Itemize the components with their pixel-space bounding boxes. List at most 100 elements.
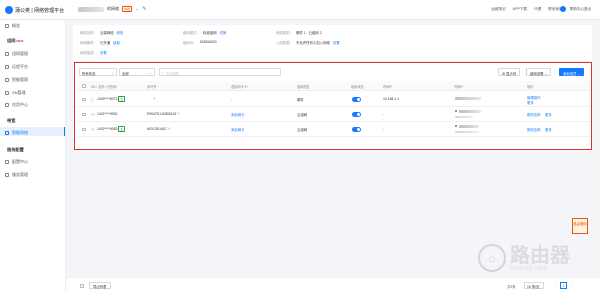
info-label: 入网权限： <box>276 41 293 45</box>
table-row[interactable]: ⛶ 1049****8373 主 ✎ - 硬件 10.168.1.1 管理操作 更… <box>77 92 590 107</box>
next-page-button[interactable]: › <box>568 282 574 289</box>
page-number[interactable]: 1 <box>560 282 567 289</box>
watermark-text: 路由器 luyouqi.com <box>510 245 570 272</box>
settings-link[interactable]: 设置 <box>333 40 340 45</box>
add-member-button[interactable]: 添加成员 ⌄ <box>559 68 585 76</box>
settings-link[interactable]: 设置 <box>100 50 107 55</box>
info-permission: 入网权限： 不允许任何人加入网络 设置 <box>276 40 340 45</box>
network-toggle[interactable] <box>352 97 361 102</box>
type-filter-select[interactable]: 全部 ⌄ <box>119 68 155 76</box>
member-panel: 所有状态 ⌄ 全部 ⌄ ⌕ SN/名称 ⚙ 显示列 组网设置 ⌄ 添加成员 ⌄ SN… <box>74 62 592 150</box>
page-size-select[interactable]: 15 条/页 <box>524 282 544 289</box>
total-count: 共3条 <box>507 284 516 289</box>
column-header: 外网IP <box>454 85 464 89</box>
info-label: 组网ID： <box>183 41 197 45</box>
switch-link[interactable]: 切换 <box>220 30 227 35</box>
info-service: 网络服务： 已开通 续费 <box>80 40 120 45</box>
logo[interactable]: 蒲公英 | 网络管理平台 <box>5 6 64 14</box>
topnav-help[interactable]: 帮助中心 <box>570 7 584 12</box>
router-icon: ⌂ <box>478 244 506 272</box>
wan-ip-redacted <box>459 124 479 128</box>
online-status-dot <box>455 110 458 113</box>
wan-ip-redacted <box>459 109 481 113</box>
wan-ip-redacted <box>455 97 481 101</box>
select-all-checkbox[interactable] <box>80 284 84 288</box>
button-label: 显示列 <box>505 71 517 76</box>
info-label: 网络名称： <box>80 31 97 35</box>
config-icon <box>5 160 9 164</box>
column-header: SN / 名称 / 识别码 <box>91 85 117 89</box>
edit-icon[interactable]: ✎ <box>176 112 180 116</box>
online-status-dot <box>455 125 458 128</box>
router-icon <box>5 131 9 135</box>
select-all-checkbox[interactable] <box>82 84 86 88</box>
sidebar-item-remote[interactable]: 远程平台 <box>5 64 28 70</box>
column-header: 虚拟网卡 IP <box>231 85 248 89</box>
top-nav: 运维笔记 APP下载 代理 联系我们 帮助中心 <box>491 7 584 12</box>
sidebar-item-service[interactable]: 服务管理 <box>5 172 28 178</box>
sidebar-group-label: 组网 <box>7 38 16 43</box>
info-value: 标准组网 <box>202 31 217 35</box>
topnav-agent[interactable]: 代理 <box>534 7 541 12</box>
table-row[interactable]: ⚇ 1402****5053 主 M21C814AC ✎ 添加网卡 云组网 - 修… <box>77 122 590 137</box>
more-link[interactable]: 更多 <box>545 127 552 132</box>
add-nic-link[interactable]: 添加网卡 <box>231 112 245 117</box>
top-bar: 蒲公英 | 网络管理平台 的网络 旗舰 ⌄ ✎ 运维笔记 APP下载 代理 联系… <box>0 0 600 20</box>
sidebar-item-config[interactable]: 配置中心 <box>5 159 28 165</box>
sidebar-item-sn[interactable]: SN管理 <box>5 90 26 96</box>
manage-link[interactable]: 管理操作 <box>527 95 541 100</box>
export-button[interactable]: 导出列表 <box>89 282 111 289</box>
row-checkbox[interactable] <box>82 127 86 131</box>
row-checkbox[interactable] <box>82 97 86 101</box>
bulk-settings-button[interactable]: 组网设置 ⌄ <box>526 68 552 76</box>
edit-link[interactable]: 修改 <box>117 30 124 35</box>
table-row[interactable]: ⚇ 1402****5052 E9047D1-B3B5124 ✎ 添加网卡 云组… <box>77 107 590 122</box>
topnav-notes[interactable]: 运维笔记 <box>491 7 505 12</box>
edit-icon[interactable]: ✎ <box>153 97 156 101</box>
edit-icon[interactable]: ✎ <box>166 127 170 131</box>
search-input[interactable]: ⌕ SN/名称 <box>159 68 281 76</box>
user-icon: ⚇ <box>91 126 95 132</box>
sn-text: 1049****8373 <box>97 97 118 101</box>
lan-ip: 10.168.1.1 <box>383 97 400 101</box>
display-columns-button[interactable]: ⚙ 显示列 <box>498 68 521 76</box>
tenant-avatar <box>78 6 104 12</box>
chevron-down-icon: ⌄ <box>576 71 581 76</box>
watermark-badge: 路由器网 <box>572 218 588 234</box>
renew-link[interactable]: 续费 <box>113 40 120 45</box>
edit-icon[interactable]: ✎ <box>142 6 146 12</box>
watermark: ⌂ 路由器 luyouqi.com <box>478 244 570 272</box>
avatar[interactable] <box>560 6 566 12</box>
row-checkbox[interactable] <box>82 112 86 116</box>
more-link[interactable]: 更多 <box>527 100 534 105</box>
sidebar-item-apps[interactable]: 应用中心 <box>5 102 28 108</box>
sidebar-item-smart[interactable]: 智能管理 <box>5 77 28 83</box>
user-menu[interactable]: 退出 <box>584 7 591 12</box>
sidebar-item-network-manage[interactable]: 组网管理 <box>5 51 28 57</box>
network-toggle[interactable] <box>352 127 361 132</box>
sn-icon <box>5 91 9 95</box>
chevron-down-icon[interactable]: ⌄ <box>135 6 139 12</box>
sidebar: 概览 组网NEW 组网管理 远程平台 智能管理 SN管理 应用中心 带宽 智能网… <box>0 20 66 292</box>
column-header: 序列号 <box>147 85 157 89</box>
tenant-switcher[interactable]: 的网络 旗舰 ⌄ ✎ <box>78 6 146 12</box>
rename-link[interactable]: 修改名称 <box>527 127 541 132</box>
sidebar-item-smart-network[interactable]: 智能网络 <box>5 130 28 136</box>
info-value: 硬件 1 · 云组网 2 <box>295 31 322 35</box>
sn-text: 1402****5052 <box>97 112 118 116</box>
info-label: 组网模式： <box>183 31 200 35</box>
status-filter-select[interactable]: 所有状态 ⌄ <box>79 68 117 76</box>
sidebar-item-overview[interactable]: 概览 <box>5 23 20 29</box>
search-placeholder: SN/名称 <box>166 71 179 76</box>
add-nic-link[interactable]: 添加网卡 <box>231 127 245 132</box>
service-icon <box>5 173 9 177</box>
sn-text: 1402****5053 <box>97 127 118 131</box>
virtual-ip: - <box>231 97 233 101</box>
info-label: 网络描述： <box>80 51 97 55</box>
more-link[interactable]: 更多 <box>545 112 552 117</box>
rename-link[interactable]: 修改名称 <box>527 112 541 117</box>
sidebar-item-label: 智能网络 <box>12 130 28 135</box>
network-toggle[interactable] <box>352 112 361 117</box>
topnav-app[interactable]: APP下载 <box>513 7 527 12</box>
prev-page-button[interactable]: ‹ <box>552 282 558 289</box>
